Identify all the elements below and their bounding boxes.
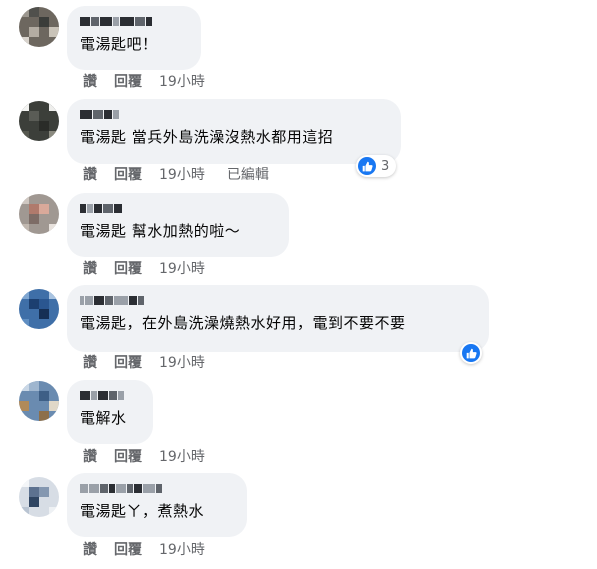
comment-actions: 讚 回覆 19小時 [83, 541, 227, 559]
reply-button[interactable]: 回覆 [114, 73, 142, 91]
comment-text: 電湯匙吧！ [80, 35, 158, 53]
like-button[interactable]: 讚 [83, 166, 97, 184]
edited-label[interactable]: 已編輯 [227, 166, 269, 184]
timestamp[interactable]: 19小時 [159, 354, 205, 372]
comment-bubble: 電湯匙 幫水加熱的啦～ [67, 193, 289, 257]
reply-button[interactable]: 回覆 [114, 260, 142, 278]
reaction-count: 3 [381, 158, 390, 174]
comment-text: 電湯匙ㄚ，煮熱水 [80, 502, 205, 520]
reply-button[interactable]: 回覆 [114, 448, 142, 466]
timestamp[interactable]: 19小時 [159, 73, 205, 91]
timestamp[interactable]: 19小時 [159, 166, 205, 184]
like-icon [358, 157, 376, 175]
comment-actions: 讚 回覆 19小時 [83, 73, 227, 91]
timestamp[interactable]: 19小時 [159, 541, 205, 559]
like-button[interactable]: 讚 [83, 260, 97, 278]
timestamp[interactable]: 19小時 [159, 260, 205, 278]
comment-actions: 讚 回覆 19小時 [83, 448, 227, 466]
avatar[interactable] [19, 194, 59, 234]
comment-bubble: 電解水 [67, 380, 153, 444]
timestamp[interactable]: 19小時 [159, 448, 205, 466]
commenter-name[interactable] [80, 481, 235, 495]
avatar[interactable] [19, 289, 59, 329]
commenter-name[interactable] [80, 201, 277, 215]
comment-text: 電湯匙，在外島洗澡燒熱水好用，電到不要不要 [80, 314, 406, 332]
reaction-summary[interactable]: 3 [356, 155, 397, 177]
comment-actions: 讚 回覆 19小時 已編輯 [83, 166, 269, 184]
like-button[interactable]: 讚 [83, 354, 97, 372]
comment-bubble: 電湯匙吧！ [67, 6, 201, 70]
commenter-name[interactable] [80, 293, 477, 307]
avatar[interactable] [19, 101, 59, 141]
comment-text: 電解水 [80, 409, 127, 427]
like-button[interactable]: 讚 [83, 448, 97, 466]
comment-actions: 讚 回覆 19小時 [83, 354, 227, 372]
avatar[interactable] [19, 381, 59, 421]
comment-text: 電湯匙 當兵外島洗澡沒熱水都用這招 [80, 128, 334, 146]
avatar[interactable] [19, 477, 59, 517]
commenter-name[interactable] [80, 107, 389, 121]
comment-bubble: 電湯匙ㄚ，煮熱水 [67, 473, 247, 537]
comment-bubble: 電湯匙，在外島洗澡燒熱水好用，電到不要不要 [67, 285, 489, 352]
reply-button[interactable]: 回覆 [114, 541, 142, 559]
commenter-name[interactable] [80, 388, 141, 402]
comment-text: 電湯匙 幫水加熱的啦～ [80, 222, 241, 240]
reply-button[interactable]: 回覆 [114, 166, 142, 184]
comment-bubble: 電湯匙 當兵外島洗澡沒熱水都用這招 [67, 99, 401, 164]
like-icon [462, 344, 480, 362]
like-button[interactable]: 讚 [83, 541, 97, 559]
reply-button[interactable]: 回覆 [114, 354, 142, 372]
reaction-summary[interactable] [460, 342, 482, 364]
commenter-name[interactable] [80, 14, 189, 28]
comment-actions: 讚 回覆 19小時 [83, 260, 227, 278]
avatar[interactable] [19, 7, 59, 47]
like-button[interactable]: 讚 [83, 73, 97, 91]
